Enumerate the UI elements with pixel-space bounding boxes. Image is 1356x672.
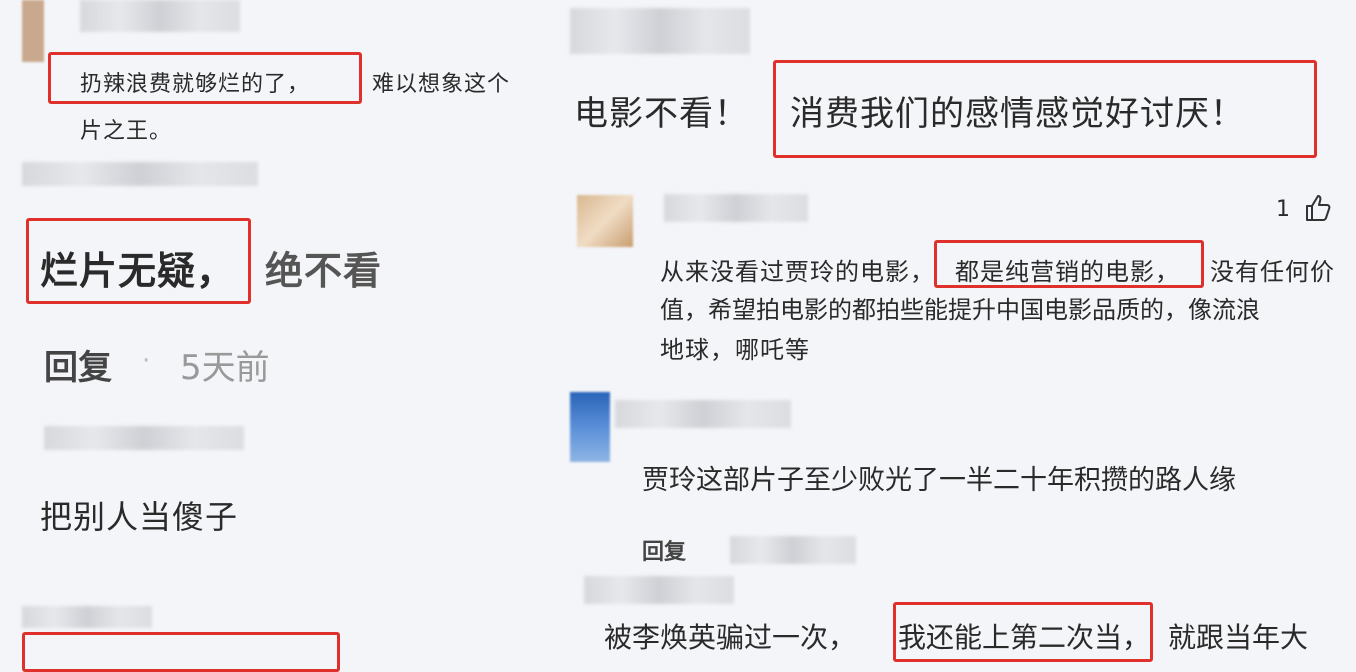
comment-text: 贾玲这部片子至少败光了一半二十年积攒的路人缘: [642, 465, 1236, 496]
thumbs-up-icon[interactable]: [1302, 192, 1334, 224]
comment-text: 从来没看过贾玲的电影，: [660, 258, 935, 286]
like-count: 1: [1276, 197, 1290, 222]
avatar[interactable]: [22, 0, 44, 62]
reply-meta: [730, 536, 856, 564]
comment-text-line2: 片之王。: [80, 119, 173, 144]
comment-text: 被李焕英骗过一次，: [604, 621, 857, 654]
comment-text: 烂片无疑，: [40, 249, 236, 293]
avatar[interactable]: [577, 195, 633, 247]
comment-text-highlighted: 我还能上第二次当，: [898, 621, 1151, 654]
comment-text-continued: 绝不看: [265, 249, 383, 293]
username[interactable]: [615, 400, 791, 428]
username[interactable]: [22, 162, 258, 186]
username[interactable]: [22, 606, 152, 628]
separator-dot: ·: [142, 346, 151, 376]
reply-button[interactable]: 回复: [44, 340, 112, 389]
comment-text-line3: 地球，哪吒等: [660, 336, 810, 364]
comment-text-line2: 值，希望拍电影的都拍些能提升中国电影品质的，像流浪: [660, 296, 1260, 324]
highlight-box: [22, 632, 340, 672]
comment-text: 扔辣浪费就够烂的了，: [80, 72, 311, 97]
username[interactable]: [44, 426, 244, 450]
comment-text-continued: 难以想象这个: [372, 72, 511, 97]
comment-text: 把别人当傻子: [40, 498, 239, 536]
timestamp: 5天前: [180, 348, 270, 388]
comment-text-continued: 就跟当年大: [1168, 621, 1309, 654]
username[interactable]: [664, 194, 808, 222]
comment-text-highlighted: 都是纯营销的电影，: [955, 258, 1180, 286]
comment-text: 电影不看！: [574, 94, 749, 134]
comment-text-highlighted: 消费我们的感情感觉好讨厌！: [790, 94, 1245, 134]
avatar[interactable]: [570, 392, 610, 462]
username[interactable]: [584, 576, 734, 604]
reply-button[interactable]: 回复: [642, 534, 686, 566]
username[interactable]: [570, 8, 750, 54]
comment-text-continued: 没有任何价: [1210, 258, 1335, 286]
username[interactable]: [80, 0, 240, 32]
